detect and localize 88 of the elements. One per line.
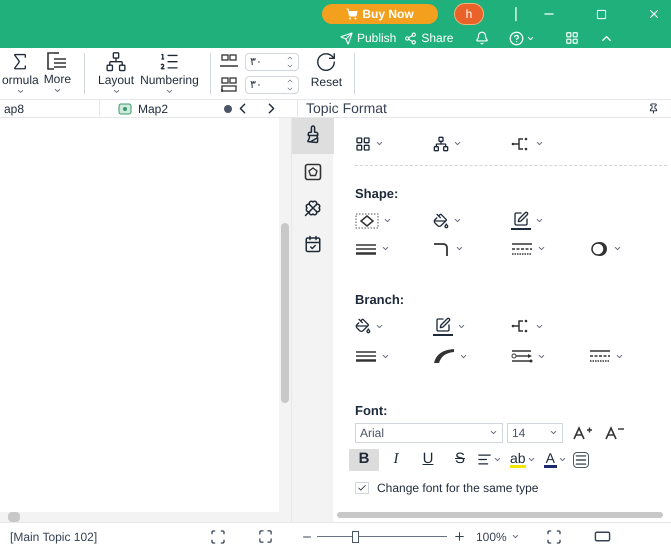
clover-icon bbox=[304, 199, 322, 217]
formula-ribbon-button[interactable]: ormula bbox=[0, 51, 41, 96]
pin-icon[interactable] bbox=[648, 103, 659, 114]
share-icon bbox=[404, 32, 418, 44]
font-size-dropdown[interactable]: 14 bbox=[507, 422, 563, 442]
decrease-font-icon[interactable] bbox=[605, 426, 625, 440]
maximize-icon[interactable] bbox=[596, 8, 607, 20]
caret-icon bbox=[164, 87, 174, 96]
numbered-list-icon bbox=[158, 51, 180, 72]
vertical-scrollbar[interactable] bbox=[279, 118, 291, 512]
horizontal-scrollbar[interactable] bbox=[337, 512, 663, 518]
caret-icon bbox=[535, 216, 544, 225]
zoom-dropdown[interactable]: 100% bbox=[476, 528, 520, 546]
caret-icon bbox=[510, 532, 520, 541]
caret-icon bbox=[381, 244, 390, 253]
line-weight-icon bbox=[355, 349, 377, 363]
caret-icon bbox=[375, 139, 384, 148]
status-text: [Main Topic 102] bbox=[10, 528, 98, 546]
checkbox-label: Change font for the same type bbox=[377, 480, 538, 496]
paint-bucket-icon bbox=[355, 318, 371, 334]
reset-button[interactable]: Reset bbox=[310, 51, 342, 96]
check-icon bbox=[357, 482, 367, 492]
caret-icon bbox=[558, 455, 567, 464]
highlight-button[interactable]: ab bbox=[510, 451, 526, 468]
section-label: Branch: bbox=[355, 290, 406, 308]
caret-icon bbox=[549, 428, 558, 437]
grid-icon bbox=[355, 136, 371, 152]
bell-icon[interactable] bbox=[475, 31, 490, 45]
arrow-lines-icon bbox=[511, 349, 533, 363]
caret-icon bbox=[535, 139, 544, 148]
horizontal-scrollbar[interactable] bbox=[0, 512, 291, 522]
italic-button[interactable]: I bbox=[381, 448, 411, 470]
numbering-ribbon-button[interactable]: Numbering bbox=[137, 51, 202, 96]
checkbox[interactable] bbox=[355, 482, 369, 494]
more-ribbon-button[interactable]: More bbox=[40, 51, 74, 96]
send-icon bbox=[340, 32, 353, 44]
increase-font-icon[interactable] bbox=[573, 426, 593, 440]
font-color-button[interactable]: A bbox=[544, 451, 557, 468]
font-family-dropdown[interactable]: Arial bbox=[355, 422, 503, 442]
caret-icon bbox=[453, 139, 462, 148]
paint-bucket-icon bbox=[433, 212, 449, 228]
hierarchy-icon bbox=[105, 51, 128, 72]
panel-title: Topic Format bbox=[306, 99, 387, 118]
zoom-slider[interactable] bbox=[317, 530, 447, 544]
fit-width-icon[interactable] bbox=[546, 528, 562, 544]
dashed-lines-icon bbox=[511, 242, 533, 256]
caret-icon bbox=[455, 244, 464, 253]
slider-thumb[interactable] bbox=[352, 530, 359, 542]
calendar-check-icon bbox=[304, 235, 322, 253]
vertical-spacing-icon bbox=[218, 76, 239, 93]
spacing-spinner[interactable]: ٣٠ bbox=[244, 53, 299, 72]
spacing-spinner[interactable]: ٣٠ bbox=[244, 76, 299, 94]
reset-icon bbox=[315, 51, 338, 73]
corner-line-icon bbox=[433, 240, 451, 256]
fullscreen-icon[interactable] bbox=[258, 529, 273, 544]
side-tab[interactable] bbox=[292, 118, 334, 154]
caret-icon bbox=[52, 86, 62, 95]
apps-icon[interactable] bbox=[565, 31, 580, 45]
fit-page-icon[interactable] bbox=[210, 528, 226, 544]
bold-button[interactable]: B bbox=[349, 448, 379, 470]
caret-icon bbox=[453, 216, 462, 225]
curve-icon bbox=[433, 348, 455, 364]
caret-icon bbox=[537, 244, 546, 253]
layout-ribbon-button[interactable]: Layout bbox=[95, 51, 138, 96]
hierarchy-icon bbox=[433, 136, 449, 152]
section-label: Font: bbox=[355, 402, 388, 420]
dashed-lines-icon bbox=[589, 349, 611, 363]
separator: | bbox=[514, 4, 518, 24]
caret-icon bbox=[493, 455, 502, 464]
caret-icon bbox=[613, 244, 622, 253]
underline-button[interactable]: U bbox=[413, 448, 443, 470]
border-color-icon bbox=[511, 211, 531, 230]
zoom-in-icon[interactable] bbox=[453, 530, 466, 543]
border-color-icon bbox=[433, 316, 453, 336]
caret-icon bbox=[383, 216, 392, 225]
pentagon-square-icon bbox=[304, 163, 322, 181]
cart-icon bbox=[346, 8, 358, 20]
line-weight-icon bbox=[355, 242, 377, 256]
caret-icon bbox=[526, 455, 536, 464]
caret-icon bbox=[16, 87, 25, 96]
shadow-circle-icon bbox=[589, 240, 609, 256]
text-box-icon[interactable] bbox=[572, 452, 589, 468]
caret-icon bbox=[112, 87, 121, 96]
help-icon[interactable] bbox=[509, 30, 524, 46]
strike-button[interactable]: S bbox=[445, 448, 475, 470]
caret-icon bbox=[489, 428, 498, 437]
align-icon[interactable] bbox=[477, 452, 492, 467]
section-label: Shape: bbox=[355, 185, 400, 203]
